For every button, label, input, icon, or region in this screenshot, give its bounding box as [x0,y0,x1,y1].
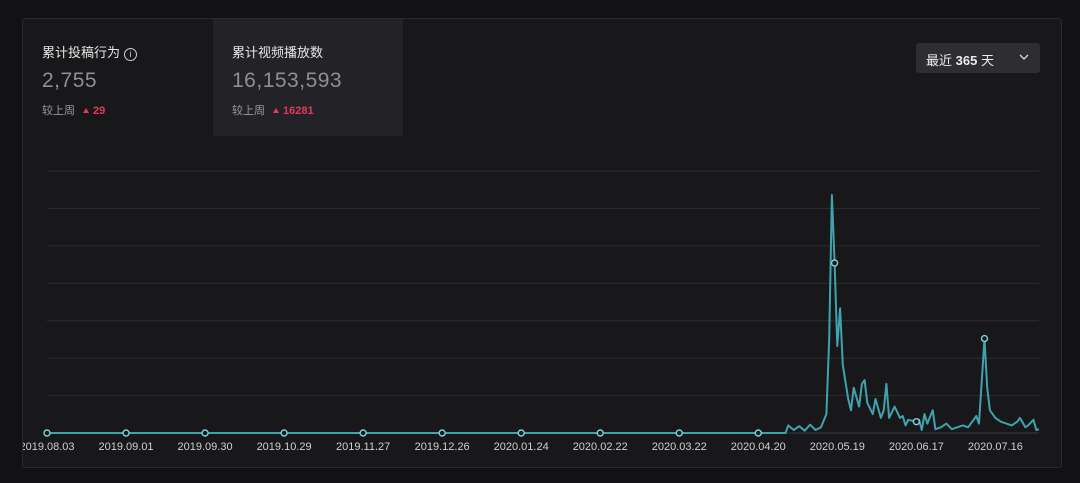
x-tick-label: 2019.11.27 [336,441,390,453]
series-line [47,194,1040,434]
x-tick-label: 2020.01.24 [494,441,549,453]
data-point-marker[interactable] [912,417,921,426]
data-point-marker[interactable] [754,429,762,437]
x-tick-label: 2020.06.17 [889,441,944,453]
stats-panel: 累计投稿行为 i 2,755 较上周 29 累计视频播放数 16,153,593 较… [22,18,1062,468]
data-point-marker[interactable] [359,429,367,437]
x-tick-label: 2020.03.22 [652,441,707,453]
x-tick-label: 2019.09.01 [99,441,154,453]
line-chart: 2019.08.03 2019.09.01 2019.09.30 2019.10.29… [23,170,1040,453]
x-tick-label: 2020.02.22 [573,441,628,453]
data-point-marker[interactable] [122,429,130,437]
x-tick-label: 2019.09.30 [178,441,233,453]
data-point-marker[interactable] [201,429,209,437]
x-tick-label: 2019.12.26 [415,441,470,453]
data-point-marker[interactable] [438,429,446,437]
x-tick-label: 2020.04.20 [731,441,786,453]
x-tick-label: 2019.08.03 [23,441,75,453]
data-point-marker[interactable] [596,429,604,437]
data-point-marker[interactable] [43,429,51,437]
data-point-marker[interactable] [280,429,288,437]
data-point-marker[interactable] [517,429,525,437]
x-tick-label: 2020.05.19 [810,441,865,453]
data-point-marker[interactable] [675,429,683,437]
data-point-marker[interactable] [830,259,839,267]
x-tick-label: 2019.10.29 [257,441,312,453]
x-tick-label: 2020.07.16 [968,441,1023,453]
data-point-marker[interactable] [980,334,989,343]
